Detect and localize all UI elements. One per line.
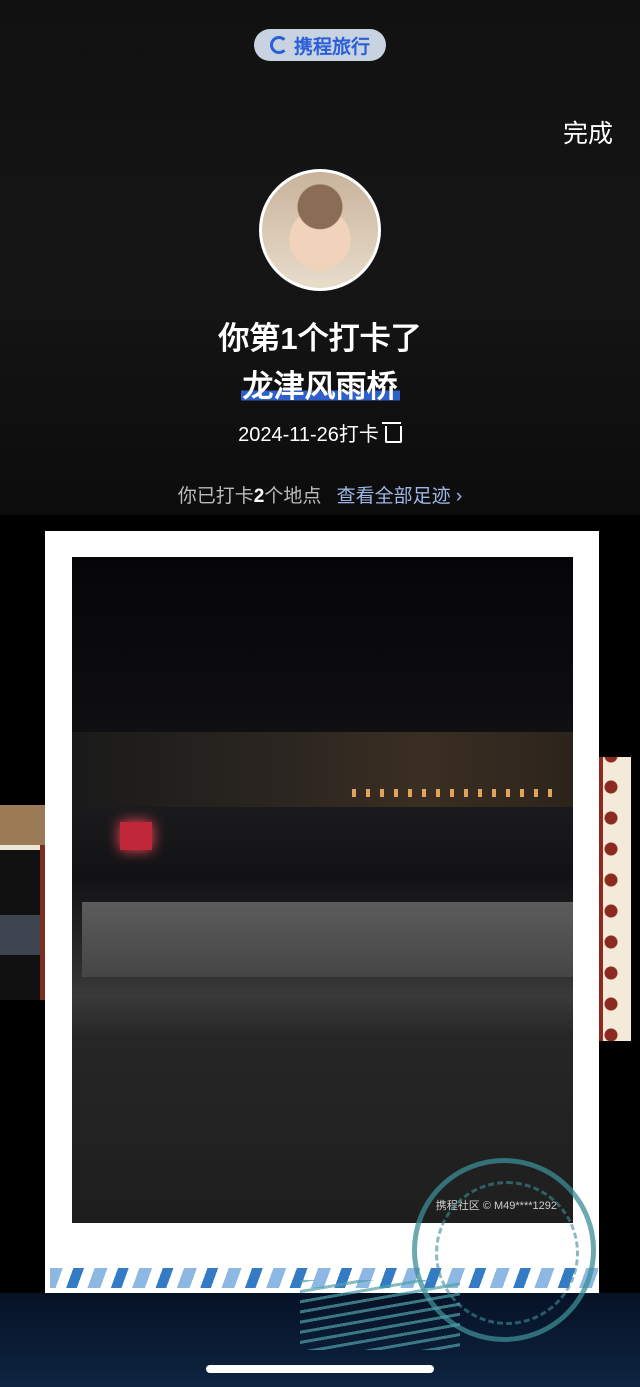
signal-icon [458,37,487,52]
done-button[interactable]: 完成 [563,114,613,150]
battery-icon [542,37,583,57]
postmark-waves [300,1280,460,1350]
ctrip-logo-icon [269,36,288,54]
stats-suffix: 个地点 [264,486,322,507]
photo-lights [352,789,562,797]
checkin-stats: 你已打卡2个地点 查看全部足迹 › [0,481,640,508]
checkin-date-row: 2024-11-26打卡 [0,418,640,447]
stats-count: 2 [253,486,265,507]
checkin-photo[interactable]: 携程社区 © M49****1292 [72,557,573,1223]
photo-bridge-rail [82,902,573,977]
app-pill-label: 携程旅行 [293,36,370,58]
app-pill[interactable]: 携程旅行 [254,29,386,61]
left-decoration [0,805,46,1000]
place-name-text: 龙津风雨桥 [240,369,400,404]
right-ribbon-decoration [599,757,631,1041]
checkin-date: 2024-11-26打卡 [238,424,379,446]
photo-neon-reflection [120,822,152,850]
status-time: 21:38 [80,32,152,62]
network-label: 5G [502,35,529,57]
view-all-footprints-link[interactable]: 查看全部足迹 › [337,486,463,507]
stats-prefix: 你已打卡 [177,486,254,507]
trash-icon[interactable] [381,422,402,443]
avatar [259,169,381,291]
home-indicator [206,1365,434,1373]
checkin-headline: 你第1个打卡了 [218,321,422,356]
place-name: 龙津风雨桥 [0,361,640,406]
